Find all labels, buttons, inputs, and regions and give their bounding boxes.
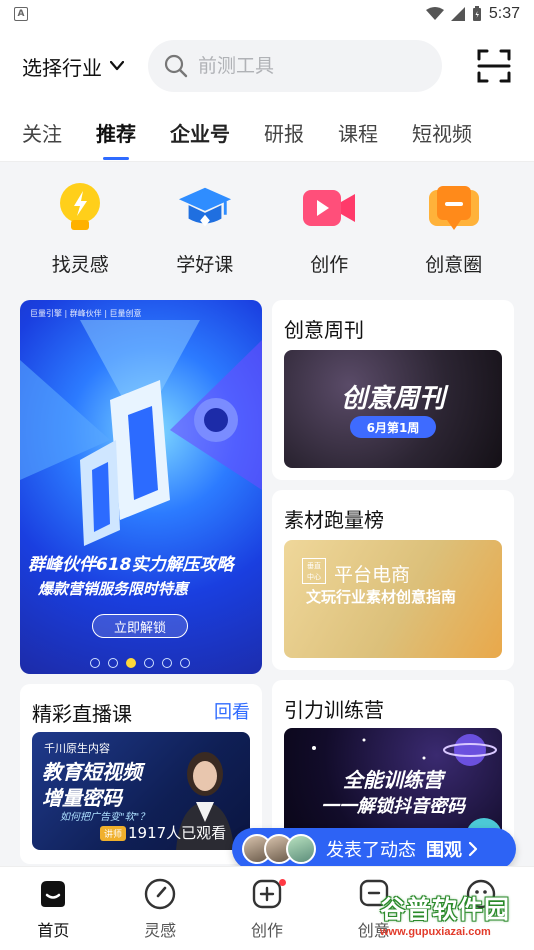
nav-home[interactable]: 首页 (13, 877, 93, 941)
camp-art-line1: 全能训练营 (343, 768, 443, 792)
scan-button[interactable] (476, 48, 512, 84)
banner-illustration (20, 320, 262, 546)
banner-logos: 巨量引擎 | 群峰伙伴 | 巨量创意 (30, 309, 142, 318)
live-art-line1: 教育短视频 (42, 760, 142, 784)
quick-creative-circle[interactable]: 创意圈 (399, 180, 509, 277)
live-art-line0: 千川原生内容 (44, 742, 110, 755)
quick-label: 学好课 (176, 254, 234, 276)
banner-headline: 群峰伙伴618实力解压攻略 (28, 555, 234, 575)
carousel-dot[interactable] (180, 658, 190, 668)
carousel-dot[interactable] (144, 658, 154, 668)
avatar (286, 834, 316, 864)
card-live-class[interactable]: 精彩直播课 回看 千川原生内容 教育短视频 增量密码 如何把广告变"软"？ 讲师… (20, 684, 262, 864)
home-icon (36, 877, 70, 911)
banner-unlock-button[interactable]: 立即解锁 (92, 614, 188, 638)
wifi-icon (425, 7, 444, 20)
app-screen: A 5:37 选择行业 关注 推荐 企业号 研报 课程 短视 (0, 0, 534, 950)
nav-create[interactable]: 创作 (227, 877, 307, 941)
carousel-dot-active[interactable] (126, 658, 136, 668)
scan-icon (477, 49, 511, 83)
category-tabs: 关注 推荐 企业号 研报 课程 短视频 (0, 104, 534, 162)
notification-dot (278, 879, 286, 886)
quick-label: 创作 (310, 254, 349, 276)
carousel-dot[interactable] (162, 658, 172, 668)
quick-create[interactable]: 创作 (274, 180, 384, 277)
quick-label: 创意圈 (425, 254, 483, 276)
search-icon (164, 54, 188, 78)
card-creative-weekly[interactable]: 创意周刊 创意周刊 6月第1周 (272, 300, 514, 480)
camp-art-line2: 一一解锁抖音密码 (321, 796, 465, 817)
status-bar: A 5:37 (0, 0, 534, 28)
carousel-dots (90, 658, 190, 668)
nav-label: 首页 (37, 921, 70, 940)
weekly-art-tag: 6月第1周 (350, 416, 436, 438)
nav-label: 灵感 (144, 921, 177, 940)
weekly-thumbnail[interactable]: 创意周刊 6月第1周 (284, 350, 502, 468)
live-art-line3: 如何把广告变"软"？ (60, 812, 150, 823)
avatar-stack (242, 834, 316, 864)
compass-icon (143, 877, 177, 911)
battery-icon (472, 6, 481, 21)
chat-square-icon (426, 180, 482, 236)
quick-actions: 找灵感 学好课 创作 创意圈 (0, 180, 534, 277)
graduation-cap-icon (177, 180, 233, 236)
tab-follow[interactable]: 关注 (22, 118, 62, 147)
replay-link[interactable]: 回看 (214, 698, 250, 724)
quick-find-inspiration[interactable]: 找灵感 (25, 180, 135, 277)
viewer-count: 1917人已观看 (128, 824, 227, 842)
speaker-tag: 讲师 (100, 826, 127, 841)
clock: 5:37 (488, 5, 520, 22)
material-art-line1: 平台电商 (334, 564, 411, 586)
signal-icon (450, 7, 465, 21)
site-watermark: 谷普软件园 www.gupuxiazai.com (374, 890, 534, 950)
watermark-url: www.gupuxiazai.com (380, 926, 491, 938)
search-input[interactable] (198, 55, 398, 77)
chevron-down-icon (110, 61, 124, 71)
carousel-dot[interactable] (108, 658, 118, 668)
card-title: 创意周刊 (284, 318, 364, 342)
promo-banner[interactable]: 巨量引擎 | 群峰伙伴 | 巨量创意 群峰伙伴618实力解压攻略 爆款营销服务限… (20, 300, 262, 674)
activity-toast[interactable]: 发表了动态 围观 (232, 828, 516, 870)
tab-recommend[interactable]: 推荐 (96, 118, 136, 147)
banner-subheadline: 爆款营销服务限时特惠 (38, 580, 189, 598)
live-thumbnail[interactable]: 千川原生内容 教育短视频 增量密码 如何把广告变"软"？ 讲师 1917人已观看 (32, 732, 250, 850)
material-badge: 垂直 中心 (302, 558, 326, 584)
video-camera-icon (301, 180, 357, 236)
weekly-art-title: 创意周刊 (340, 384, 445, 414)
carousel-dot[interactable] (90, 658, 100, 668)
card-title: 精彩直播课 (32, 702, 132, 726)
material-thumbnail[interactable]: 垂直 中心 平台电商 文玩行业素材创意指南 (284, 540, 502, 658)
nav-label: 创作 (250, 921, 283, 940)
material-art-line2: 文玩行业素材创意指南 (306, 588, 457, 606)
search-bar[interactable] (148, 40, 442, 92)
industry-selector[interactable]: 选择行业 (22, 52, 124, 81)
notification-a-icon: A (14, 7, 28, 21)
watch-link[interactable]: 围观 (426, 836, 462, 862)
live-art-line2: 增量密码 (42, 786, 122, 810)
watermark-brand: 谷普软件园 (380, 895, 511, 924)
quick-label: 找灵感 (51, 254, 109, 276)
tab-short-video[interactable]: 短视频 (412, 118, 472, 147)
tab-course[interactable]: 课程 (338, 118, 378, 147)
industry-label: 选择行业 (22, 55, 102, 80)
card-title: 引力训练营 (284, 698, 384, 722)
nav-inspiration[interactable]: 灵感 (120, 877, 200, 941)
quick-learn-course[interactable]: 学好课 (150, 180, 260, 277)
top-header: 选择行业 (0, 28, 534, 104)
lightbulb-icon (52, 180, 108, 236)
activity-text: 发表了动态 (326, 840, 416, 861)
card-material-ranking[interactable]: 素材跑量榜 垂直 中心 平台电商 文玩行业素材创意指南 (272, 490, 514, 670)
chevron-right-icon (468, 841, 478, 857)
card-title: 素材跑量榜 (284, 508, 384, 532)
tab-enterprise[interactable]: 企业号 (170, 118, 230, 147)
tab-research[interactable]: 研报 (264, 118, 304, 147)
